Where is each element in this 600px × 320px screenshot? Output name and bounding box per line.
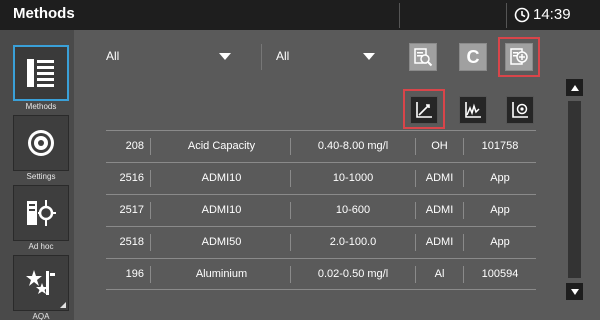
method-name: ADMI10 — [201, 204, 242, 216]
column-divider — [290, 202, 291, 219]
method-number: 2516 — [119, 172, 144, 184]
nav-item-ad-hoc[interactable]: Ad hoc — [13, 185, 71, 251]
page-title: Methods — [13, 5, 75, 22]
method-code: App — [490, 204, 510, 216]
method-number: 2518 — [119, 236, 144, 248]
column-divider — [150, 170, 151, 187]
column-divider — [290, 138, 291, 155]
title-bar: Methods 14:39 — [0, 0, 600, 30]
method-number: 2517 — [119, 204, 144, 216]
clock-time: 14:39 — [533, 6, 571, 23]
nav-label: AQA — [32, 312, 50, 320]
column-divider — [463, 234, 464, 251]
arrow-up-icon — [570, 84, 579, 91]
column-divider — [150, 202, 151, 219]
method-range: 10-1000 — [332, 172, 374, 184]
table-row[interactable]: 2518 ADMI50 2.0-100.0 ADMI App — [106, 226, 536, 258]
column-divider — [463, 138, 464, 155]
column-divider — [290, 266, 291, 283]
highlight-box — [498, 37, 540, 77]
nav-methods-button[interactable] — [13, 45, 69, 101]
method-form: ADMI — [425, 172, 454, 184]
chevron-down-icon — [363, 53, 375, 60]
method-form: OH — [431, 140, 448, 152]
method-form: Al — [434, 268, 445, 280]
filter-value: All — [276, 49, 290, 63]
highlight-box — [403, 89, 445, 129]
column-divider — [150, 234, 151, 251]
method-range: 0.02-0.50 mg/l — [317, 268, 389, 280]
nav-label: Ad hoc — [28, 242, 54, 251]
clock: 14:39 — [514, 6, 571, 23]
nav-label: Methods — [25, 102, 57, 111]
table-row[interactable]: 208 Acid Capacity 0.40-8.00 mg/l OH 101758 — [106, 130, 536, 162]
method-name: Acid Capacity — [187, 140, 256, 152]
filter-value: All — [106, 49, 120, 63]
method-name: ADMI10 — [201, 172, 242, 184]
methods-list-icon — [27, 59, 54, 87]
column-divider — [415, 266, 416, 283]
column-divider — [463, 202, 464, 219]
nav-aqa-button[interactable] — [13, 255, 69, 311]
column-divider — [415, 234, 416, 251]
title-divider — [399, 3, 400, 28]
method-number: 196 — [125, 268, 144, 280]
column-divider — [150, 138, 151, 155]
column-divider — [415, 170, 416, 187]
nav-label: Settings — [26, 172, 56, 181]
aqa-stars-icon — [26, 270, 55, 295]
method-code: App — [490, 236, 510, 248]
c-button[interactable]: C — [459, 43, 487, 71]
nav-item-methods[interactable]: Methods — [13, 45, 71, 111]
methods-table: 208 Acid Capacity 0.40-8.00 mg/l OH 101758 25… — [106, 130, 536, 290]
method-number: 208 — [125, 140, 144, 152]
clock-icon — [514, 7, 530, 22]
filter-dropdown-1[interactable]: All — [106, 49, 236, 67]
table-row[interactable]: 2516 ADMI10 10-1000 ADMI App — [106, 162, 536, 194]
method-code: 101758 — [481, 140, 519, 152]
spectrum-chart-icon — [465, 102, 481, 118]
table-row[interactable]: 196 Aluminium 0.02-0.50 mg/l Al 100594 — [106, 258, 536, 290]
ad-hoc-icon — [27, 200, 56, 226]
nav-item-settings[interactable]: Settings — [13, 115, 71, 181]
table-row[interactable]: 2517 ADMI10 10-600 ADMI App — [106, 194, 536, 226]
chevron-down-icon — [219, 53, 231, 60]
scrollbar-track[interactable] — [568, 101, 581, 278]
column-divider — [463, 266, 464, 283]
kinetics-button[interactable] — [506, 96, 534, 124]
column-divider — [463, 170, 464, 187]
c-label: C — [466, 46, 480, 67]
scroll-up-button[interactable] — [566, 79, 583, 96]
nav-ad-hoc-button[interactable] — [13, 185, 69, 241]
search-methods-button[interactable] — [409, 43, 437, 71]
method-range: 0.40-8.00 mg/l — [317, 140, 389, 152]
column-divider — [415, 138, 416, 155]
document-search-icon — [414, 48, 433, 67]
nav-item-aqa[interactable]: AQA — [13, 255, 71, 320]
chart-settings-icon — [512, 102, 528, 118]
column-divider — [415, 202, 416, 219]
method-form: ADMI — [425, 236, 454, 248]
filter-dropdown-2[interactable]: All — [276, 49, 380, 67]
method-range: 10-600 — [335, 204, 371, 216]
filter-divider — [261, 44, 262, 70]
method-code: 100594 — [481, 268, 519, 280]
method-range: 2.0-100.0 — [329, 236, 377, 248]
method-name: Aluminium — [195, 268, 248, 280]
left-nav: Methods Settings Ad hoc AQA — [0, 30, 74, 320]
expand-corner-icon — [60, 302, 66, 308]
spectrum-button[interactable] — [459, 96, 487, 124]
method-code: App — [490, 172, 510, 184]
method-name: ADMI50 — [201, 236, 242, 248]
nav-settings-button[interactable] — [13, 115, 69, 171]
column-divider — [290, 234, 291, 251]
column-divider — [290, 170, 291, 187]
settings-gear-icon — [28, 130, 54, 156]
arrow-down-icon — [570, 288, 579, 295]
column-divider — [150, 266, 151, 283]
scroll-down-button[interactable] — [566, 283, 583, 300]
method-form: ADMI — [425, 204, 454, 216]
title-divider — [506, 3, 507, 28]
